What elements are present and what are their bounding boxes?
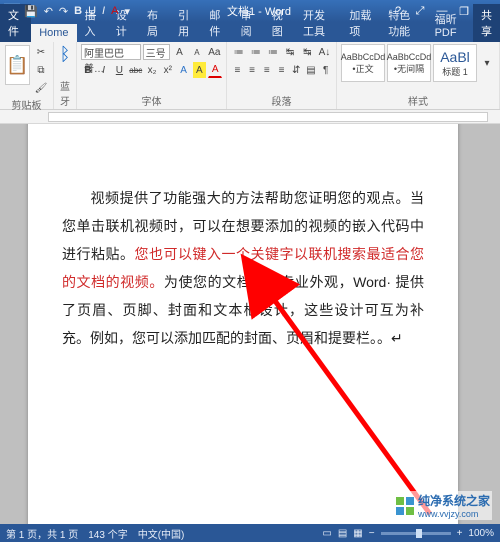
group-styles: AaBbCcDd •正文 AaBbCcDd •无间隔 AaBl 标题 1 ▾ 样… [337, 42, 500, 109]
qat-more[interactable]: ▾ [124, 5, 130, 18]
document-body[interactable]: 视频提供了功能强大的方法帮助您证明您的观点。当您单击联机视频时，可以在想要添加的… [62, 184, 424, 352]
tab-view[interactable]: 视图 [264, 4, 295, 42]
style-preview: AaBbCcDd [387, 52, 432, 62]
strikethrough-icon[interactable]: abc [128, 62, 143, 78]
format-painter-icon[interactable]: 🖌 [33, 80, 49, 96]
share-button[interactable]: 共享 [473, 4, 500, 42]
page[interactable]: 视频提供了功能强大的方法帮助您证明您的观点。当您单击联机视频时，可以在想要添加的… [28, 124, 458, 524]
line-spacing-icon[interactable]: ⇵ [290, 62, 303, 78]
bluetooth-icon[interactable]: ᛒ [58, 44, 72, 65]
increase-indent-icon[interactable]: ↹ [300, 44, 315, 60]
status-language[interactable]: 中文(中国) [138, 526, 185, 541]
copy-icon[interactable]: ⧉ [33, 62, 49, 78]
tab-addins[interactable]: 加载项 [341, 4, 380, 42]
style-preview: AaBl [440, 49, 470, 65]
align-left-icon[interactable]: ≡ [231, 62, 244, 78]
underline-icon[interactable]: U [113, 62, 127, 78]
font-name-combo[interactable]: 阿里巴巴普… [81, 44, 141, 60]
shading-icon[interactable]: ▤ [305, 62, 318, 78]
align-center-icon[interactable]: ≡ [246, 62, 259, 78]
watermark-text: 纯净系统之家 [418, 492, 490, 509]
status-bar: 第 1 页，共 1 页 143 个字 中文(中国) ▭ ▤ ▦ − + 100% [0, 524, 500, 542]
qat-fontcolor[interactable]: A [111, 5, 118, 17]
watermark-url: www.vvjzy.com [418, 509, 490, 519]
font-size-combo[interactable]: 三号 [143, 44, 170, 60]
paragraph-group-label: 段落 [231, 92, 332, 108]
bluetooth-label: 蓝牙 [58, 77, 72, 108]
numbering-icon[interactable]: ≔ [248, 44, 263, 60]
zoom-out-button[interactable]: − [369, 528, 375, 539]
group-font: 阿里巴巴普… 三号 A A Aa B I U abc x₂ x² A A A 字… [77, 42, 227, 109]
styles-group-label: 样式 [341, 92, 495, 108]
qat-italic[interactable]: I [102, 5, 105, 17]
view-web-icon[interactable]: ▦ [353, 528, 362, 539]
tab-developer[interactable]: 开发工具 [295, 4, 341, 42]
group-paragraph: ≔ ≔ ≔ ↹ ↹ A↓ ≡ ≡ ≡ ≡ ⇵ ▤ ¶ 段落 [227, 42, 337, 109]
zoom-slider[interactable] [381, 532, 451, 535]
multilevel-icon[interactable]: ≔ [265, 44, 280, 60]
style-preview: AaBbCcDd [341, 52, 386, 62]
font-group-label: 字体 [81, 92, 222, 108]
group-clipboard: 📋 ✂ ⧉ 🖌 剪贴板 [0, 42, 54, 109]
superscript-icon[interactable]: x² [161, 62, 175, 78]
text-effects-icon[interactable]: A [177, 62, 191, 78]
tab-review[interactable]: 审阅 [233, 4, 264, 42]
justify-icon[interactable]: ≡ [275, 62, 288, 78]
show-marks-icon[interactable]: ¶ [319, 62, 332, 78]
group-bluetooth: ᛒ 蓝牙 [54, 42, 77, 109]
view-read-icon[interactable]: ▭ [322, 528, 331, 539]
tab-foxit-pdf[interactable]: 福昕PDF [427, 8, 473, 42]
style-name: •无间隔 [394, 62, 424, 75]
paragraph-mark: 。↵ [377, 330, 403, 346]
subscript-icon[interactable]: x₂ [145, 62, 159, 78]
bullets-icon[interactable]: ≔ [231, 44, 246, 60]
ribbon: 📋 ✂ ⧉ 🖌 剪贴板 ᛒ 蓝牙 阿里巴巴普… 三号 A A Aa B I U [0, 42, 500, 110]
style-name: 标题 1 [442, 65, 468, 78]
zoom-in-button[interactable]: + [457, 528, 463, 539]
paste-button[interactable]: 📋 [5, 45, 30, 85]
horizontal-ruler[interactable] [0, 110, 500, 124]
decrease-indent-icon[interactable]: ↹ [283, 44, 298, 60]
style-normal[interactable]: AaBbCcDd •正文 [341, 44, 385, 82]
ribbon-tabs: 文件 Home 插入 设计 布局 引用 邮件 审阅 视图 开发工具 加载项 特色… [0, 22, 500, 42]
qat-undo[interactable]: ↶ [44, 5, 53, 18]
tab-home[interactable]: Home [31, 24, 76, 42]
view-print-icon[interactable]: ▤ [338, 528, 347, 539]
watermark: 纯净系统之家 www.vvjzy.com [394, 491, 492, 520]
shrink-font-icon[interactable]: A [189, 44, 204, 60]
cut-icon[interactable]: ✂ [33, 44, 49, 60]
quick-access-toolbar: 💾 ↶ ↷ B U I A ▾ [24, 5, 130, 18]
document-area[interactable]: 视频提供了功能强大的方法帮助您证明您的观点。当您单击联机视频时，可以在想要添加的… [0, 124, 500, 524]
qat-redo[interactable]: ↷ [59, 5, 68, 18]
zoom-level[interactable]: 100% [468, 528, 494, 539]
change-case-icon[interactable]: Aa [207, 44, 222, 60]
highlight-icon[interactable]: A [193, 62, 207, 78]
align-right-icon[interactable]: ≡ [260, 62, 273, 78]
style-name: •正文 [352, 62, 373, 75]
style-no-spacing[interactable]: AaBbCcDd •无间隔 [387, 44, 431, 82]
status-word-count[interactable]: 143 个字 [88, 526, 127, 541]
style-heading1[interactable]: AaBl 标题 1 [433, 44, 477, 82]
watermark-logo-icon [396, 497, 414, 515]
styles-more-icon[interactable]: ▾ [479, 55, 495, 71]
font-color-icon[interactable]: A [208, 62, 222, 78]
qat-underline[interactable]: U [88, 5, 96, 17]
bold-icon[interactable]: B [81, 62, 95, 78]
sort-icon[interactable]: A↓ [317, 44, 332, 60]
italic-icon[interactable]: I [97, 62, 111, 78]
status-page[interactable]: 第 1 页，共 1 页 [6, 526, 78, 541]
tab-mailings[interactable]: 邮件 [201, 4, 232, 42]
tab-features[interactable]: 特色功能 [380, 4, 426, 42]
qat-bold[interactable]: B [74, 5, 82, 17]
qat-save[interactable]: 💾 [24, 5, 38, 18]
tab-layout[interactable]: 布局 [139, 4, 170, 42]
tab-references[interactable]: 引用 [170, 4, 201, 42]
grow-font-icon[interactable]: A [172, 44, 187, 60]
